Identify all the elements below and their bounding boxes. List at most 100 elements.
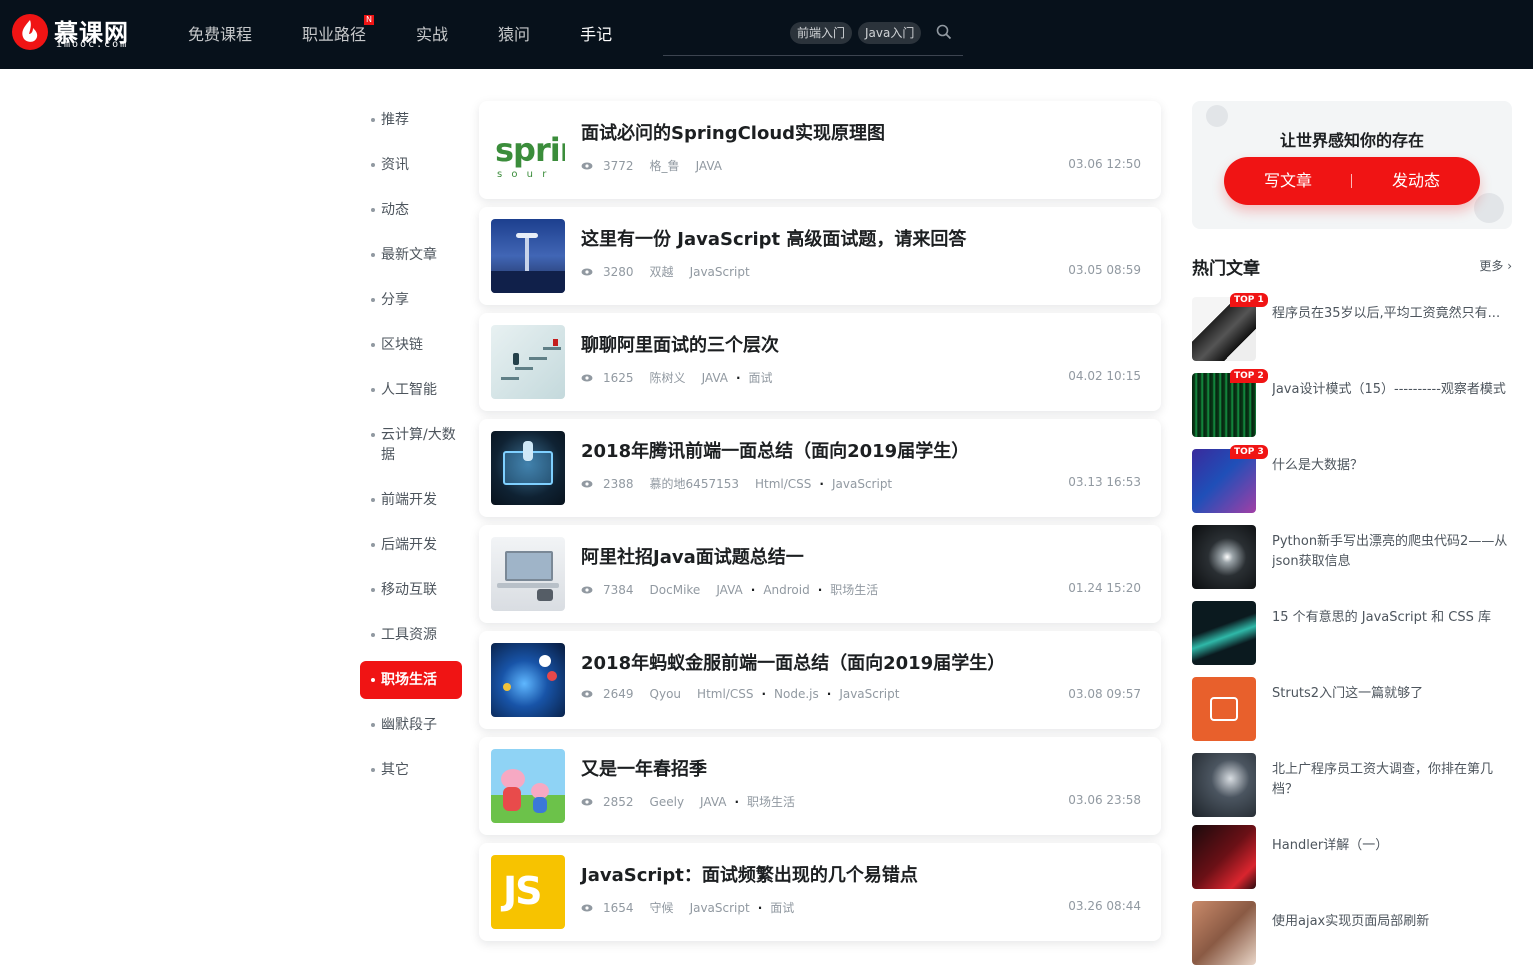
- hot-article-title[interactable]: 什么是大数据？: [1272, 456, 1512, 476]
- nav-qa[interactable]: 猿问: [498, 0, 530, 69]
- top-header: 慕课网 imooc.com 免费课程 职业路径 N 实战 猿问 手记 前端入门 J…: [0, 0, 1533, 69]
- article-thumbnail: [491, 643, 565, 717]
- eye-icon: [581, 904, 593, 911]
- hot-article-title[interactable]: 程序员在35岁以后,平均工资竟然只有...: [1272, 304, 1512, 324]
- view-count: 1625: [603, 370, 634, 385]
- article-tag[interactable]: JavaScript: [832, 477, 892, 491]
- hot-article-item[interactable]: 北上广程序员工资大调查，你排在第几档？: [1192, 753, 1512, 817]
- article-thumbnail: [491, 219, 565, 293]
- article-meta: 3280 双越 JavaScript: [581, 263, 766, 280]
- tag-separator: ·: [826, 687, 832, 701]
- article-card[interactable]: 这里有一份 JavaScript 高级面试题，请来回答 3280 双越 Java…: [479, 207, 1161, 305]
- hot-article-title[interactable]: 使用ajax实现页面局部刷新: [1272, 912, 1512, 932]
- view-count: 3280: [603, 264, 634, 279]
- hot-article-item[interactable]: Handler详解（一）: [1192, 825, 1512, 889]
- eye-icon: [581, 268, 593, 275]
- article-tag[interactable]: Html/CSS: [697, 687, 753, 701]
- article-tag[interactable]: JAVA: [702, 371, 728, 385]
- author-name[interactable]: 格_鲁: [650, 157, 680, 174]
- hot-article-item[interactable]: TOP 2 Java设计模式（15）----------观察者模式: [1192, 369, 1512, 437]
- write-article-button[interactable]: 写文章: [1224, 157, 1352, 205]
- hot-article-item[interactable]: TOP 3 什么是大数据？: [1192, 445, 1512, 513]
- publish-date: 03.06 12:50: [1068, 157, 1141, 171]
- article-title[interactable]: 2018年腾讯前端一面总结（面向2019届学生）: [581, 437, 969, 463]
- imooc-logo[interactable]: 慕课网 imooc.com: [12, 12, 142, 56]
- search-icon[interactable]: [936, 24, 952, 44]
- post-dynamic-button[interactable]: 发动态: [1352, 157, 1480, 205]
- hot-articles-header: 热门文章 更多 ›: [1192, 254, 1512, 279]
- author-name[interactable]: 慕的地6457153: [650, 475, 739, 492]
- hot-article-title[interactable]: 北上广程序员工资大调查，你排在第几档？: [1272, 760, 1512, 800]
- article-thumbnail: [491, 749, 565, 823]
- nav-notes[interactable]: 手记: [580, 0, 612, 69]
- article-card[interactable]: 2018年蚂蚁金服前端一面总结（面向2019届学生） 2649 Qyou Htm…: [479, 631, 1161, 729]
- article-meta: 7384 DocMike JAVA · Android · 职场生活: [581, 581, 894, 598]
- article-title[interactable]: JavaScript：面试频繁出现的几个易错点: [581, 861, 918, 887]
- author-name[interactable]: Geely: [650, 795, 685, 809]
- hot-article-item[interactable]: TOP 1 程序员在35岁以后,平均工资竟然只有...: [1192, 293, 1512, 361]
- nav-free-courses[interactable]: 免费课程: [188, 0, 252, 69]
- search-tag-frontend[interactable]: 前端入门: [790, 22, 853, 44]
- hot-article-item[interactable]: Struts2入门这一篇就够了: [1192, 677, 1512, 741]
- tag-separator: ·: [819, 476, 824, 491]
- hot-article-thumbnail: [1192, 601, 1256, 665]
- hot-article-title[interactable]: Java设计模式（15）----------观察者模式: [1272, 380, 1512, 400]
- author-name[interactable]: DocMike: [650, 583, 701, 597]
- author-name[interactable]: 陈树义: [650, 369, 686, 386]
- category-item-active[interactable]: 职场生活: [360, 661, 462, 699]
- hot-article-title[interactable]: Python新手写出漂亮的爬虫代码2——从json获取信息: [1272, 532, 1512, 572]
- article-tag[interactable]: Html/CSS: [755, 477, 811, 491]
- article-tag[interactable]: JAVA: [700, 795, 726, 809]
- write-panel-title: 让世界感知你的存在: [1279, 131, 1424, 150]
- article-title[interactable]: 这里有一份 JavaScript 高级面试题，请来回答: [581, 225, 966, 251]
- author-name[interactable]: Qyou: [650, 687, 682, 701]
- tag-separator: ·: [750, 582, 756, 597]
- article-card[interactable]: 聊聊阿里面试的三个层次 1625 陈树义 JAVA · 面试 04.02 10:…: [479, 313, 1161, 411]
- hot-article-title[interactable]: Handler详解（一）: [1272, 836, 1512, 856]
- search-tag-java[interactable]: Java入门: [858, 22, 922, 44]
- article-tag[interactable]: JAVA: [696, 159, 722, 173]
- article-title[interactable]: 面试必问的SpringCloud实现原理图: [581, 119, 885, 145]
- article-tag[interactable]: JavaScript: [690, 265, 750, 279]
- article-card[interactable]: 2018年腾讯前端一面总结（面向2019届学生） 2388 慕的地6457153…: [479, 419, 1161, 517]
- article-card[interactable]: JS JavaScript：面试频繁出现的几个易错点 1654 守候 JavaS…: [479, 843, 1161, 941]
- hot-article-thumbnail: [1192, 901, 1256, 965]
- article-tag[interactable]: Node.js: [774, 687, 819, 701]
- write-button-group: 写文章 发动态: [1224, 157, 1480, 205]
- article-tag[interactable]: JAVA: [716, 583, 742, 597]
- article-thumbnail: JS: [491, 855, 565, 929]
- article-title[interactable]: 聊聊阿里面试的三个层次: [581, 331, 779, 357]
- hot-article-title[interactable]: Struts2入门这一篇就够了: [1272, 684, 1512, 704]
- hot-article-item[interactable]: 15 个有意思的 JavaScript 和 CSS 库: [1192, 601, 1512, 665]
- article-title[interactable]: 2018年蚂蚁金服前端一面总结（面向2019届学生）: [581, 649, 1005, 675]
- hot-article-title[interactable]: 15 个有意思的 JavaScript 和 CSS 库: [1272, 608, 1512, 628]
- eye-icon: [581, 480, 593, 487]
- article-tag[interactable]: JavaScript: [839, 687, 899, 701]
- hot-article-item[interactable]: Python新手写出漂亮的爬虫代码2——从json获取信息: [1192, 525, 1512, 589]
- nav-career-path[interactable]: 职业路径 N: [302, 0, 375, 69]
- nav-practice[interactable]: 实战: [416, 0, 448, 69]
- article-title[interactable]: 又是一年春招季: [581, 755, 707, 781]
- article-tag[interactable]: 职场生活: [830, 581, 878, 598]
- author-name[interactable]: 守候: [650, 899, 674, 916]
- article-tag[interactable]: 面试: [770, 899, 794, 916]
- article-tag[interactable]: 职场生活: [747, 793, 795, 810]
- article-card[interactable]: sprir s o u r 面试必问的SpringCloud实现原理图 3772…: [479, 101, 1161, 199]
- top-badge: TOP 2: [1230, 369, 1268, 383]
- search-bar[interactable]: 前端入门 Java入门: [663, 18, 963, 56]
- article-tag[interactable]: Android: [763, 583, 809, 597]
- article-meta: 2388 慕的地6457153 Html/CSS · JavaScript: [581, 475, 908, 492]
- hot-article-item[interactable]: 使用ajax实现页面局部刷新: [1192, 901, 1512, 965]
- article-meta: 1625 陈树义 JAVA · 面试: [581, 369, 789, 386]
- article-card[interactable]: 又是一年春招季 2852 Geely JAVA · 职场生活 03.06 23:…: [479, 737, 1161, 835]
- eye-icon: [581, 586, 593, 593]
- article-meta: 2852 Geely JAVA · 职场生活: [581, 793, 811, 810]
- view-count: 2649: [603, 687, 634, 701]
- article-title[interactable]: 阿里社招Java面试题总结一: [581, 543, 804, 569]
- article-card[interactable]: 阿里社招Java面试题总结一 7384 DocMike JAVA · Andro…: [479, 525, 1161, 623]
- article-tag[interactable]: 面试: [749, 369, 773, 386]
- author-name[interactable]: 双越: [650, 263, 674, 280]
- article-meta: 2649 Qyou Html/CSS · Node.js · JavaScrip…: [581, 687, 915, 701]
- more-link[interactable]: 更多 ›: [1479, 257, 1512, 274]
- article-tag[interactable]: JavaScript: [690, 901, 750, 915]
